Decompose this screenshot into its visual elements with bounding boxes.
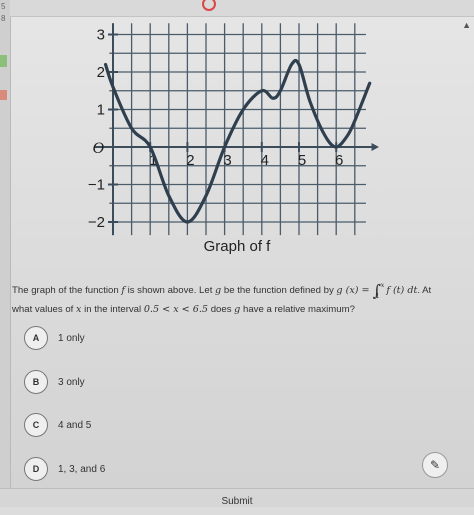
option-letter-c[interactable]: C — [24, 413, 48, 437]
curve — [103, 58, 372, 224]
y-tick-label: −1 — [88, 177, 105, 194]
option-text-a[interactable]: 1 only — [58, 333, 85, 344]
question-fragment: in the interval — [81, 304, 144, 315]
x-tick-label: 5 — [298, 152, 306, 169]
integral-upper: x — [380, 281, 385, 289]
question-fragment: have a relative maximum? — [240, 304, 355, 315]
x-tick-label: 6 — [335, 152, 343, 169]
question-fragment: . At — [417, 285, 432, 296]
question-fragment: be the function defined by — [221, 285, 337, 296]
submit-button[interactable]: Submit — [0, 488, 474, 507]
x-tick-label: 4 — [261, 152, 269, 169]
grid — [109, 23, 366, 236]
y-tick-label: 3 — [97, 27, 105, 44]
x-axis-arrow — [371, 143, 379, 151]
question-fragment: does — [208, 304, 235, 315]
option-letter-d[interactable]: D — [24, 457, 48, 481]
question-fragment: what values of — [12, 304, 76, 315]
integrand: f (t) dt — [386, 285, 418, 296]
curve-f — [103, 58, 372, 224]
integral-sign: ∫ x 1 — [373, 281, 385, 300]
question-text: The graph of the function f is shown abo… — [12, 281, 462, 319]
option-letter-b[interactable]: B — [24, 370, 48, 394]
option-text-c[interactable]: 4 and 5 — [58, 420, 91, 431]
graph-of-f: 1 2 3 4 5 6321−1−2O — [88, 23, 379, 236]
math-interval: 0.5 < x < 6.5 — [143, 304, 209, 315]
question-fragment: The graph of the function — [12, 285, 122, 296]
option-a[interactable]: A 1 only — [24, 325, 85, 351]
x-tick-label: 3 — [223, 152, 231, 169]
option-b[interactable]: B 3 only — [24, 369, 85, 395]
origin-label: O — [92, 140, 104, 157]
option-letter-a[interactable]: A — [24, 326, 48, 350]
pencil-icon[interactable]: ✎ — [422, 452, 448, 478]
question-fragment: is shown above. Let — [124, 285, 216, 296]
option-d[interactable]: D 1, 3, and 6 — [24, 456, 105, 482]
option-text-d[interactable]: 1, 3, and 6 — [58, 464, 105, 475]
graph-caption: Graph of f — [203, 238, 271, 255]
option-c[interactable]: C 4 and 5 — [24, 412, 91, 438]
y-tick-label: −2 — [88, 214, 105, 231]
x-tick-label: 2 — [186, 152, 194, 169]
option-text-b[interactable]: 3 only — [58, 377, 85, 388]
integral-lower: 1 — [375, 292, 380, 300]
math-gx: g (x) = — [336, 285, 373, 296]
y-tick-label: 2 — [97, 64, 105, 81]
y-tick-label: 1 — [97, 102, 105, 119]
screen: 5 8 ▲ 1 2 3 4 5 6 3 2 1 −1 −2 O Graph of f The grap… — [0, 0, 474, 507]
